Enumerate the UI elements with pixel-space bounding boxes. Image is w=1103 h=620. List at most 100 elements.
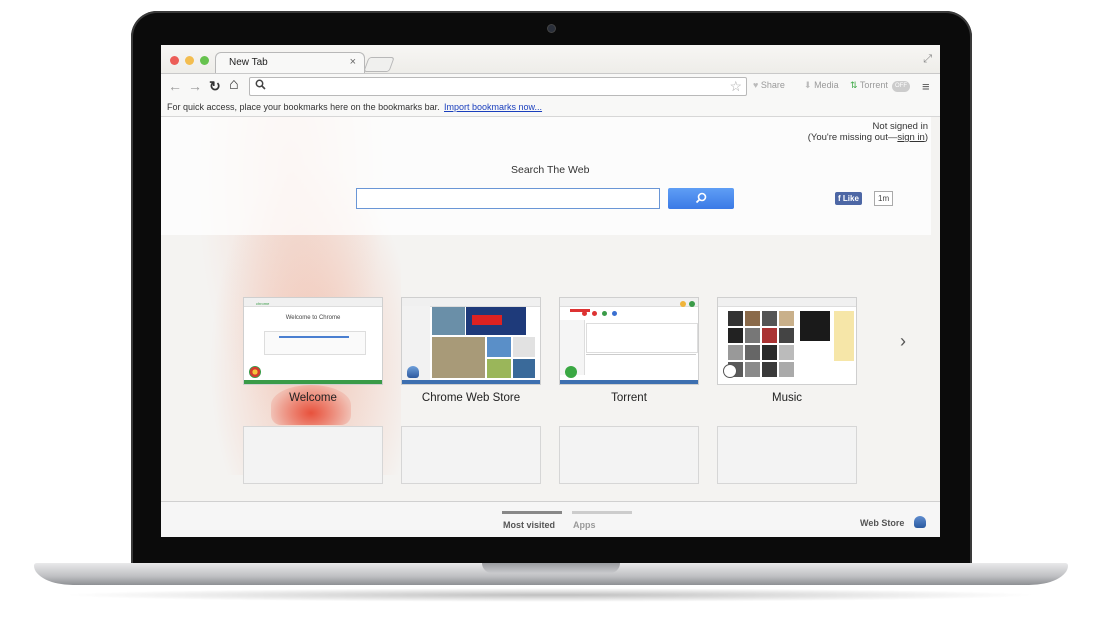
thumb-accent bbox=[560, 380, 698, 384]
ntp-bottom-bar: Most visited Apps Web Store bbox=[161, 501, 940, 537]
laptop-shadow bbox=[60, 588, 1040, 602]
thumb-tile bbox=[487, 359, 511, 378]
sign-in-link[interactable]: sign in bbox=[897, 132, 924, 143]
tab-apps[interactable]: Apps bbox=[573, 520, 596, 530]
menu-icon[interactable]: ≡ bbox=[922, 79, 930, 94]
fullscreen-icon[interactable]: ⤢ bbox=[923, 53, 932, 66]
album-cover bbox=[779, 328, 794, 343]
search-title: Search The Web bbox=[511, 164, 590, 176]
album-cover bbox=[762, 362, 777, 377]
thumb-torrent[interactable] bbox=[559, 297, 699, 385]
thumb-tile bbox=[513, 337, 535, 357]
empty-thumb bbox=[401, 426, 541, 484]
web-search-input[interactable] bbox=[356, 188, 660, 209]
empty-thumb bbox=[559, 426, 699, 484]
home-icon[interactable]: ⌂ bbox=[229, 76, 239, 94]
thumb-dot bbox=[582, 311, 587, 316]
heart-icon: ♥ bbox=[753, 80, 759, 90]
minimize-window-button[interactable] bbox=[185, 56, 194, 65]
web-search-button[interactable] bbox=[668, 188, 734, 209]
web-store-link[interactable]: Web Store bbox=[860, 518, 904, 528]
signin-prompt-text: (You're missing out— bbox=[807, 132, 898, 143]
tab-close-icon[interactable]: × bbox=[350, 56, 356, 68]
bookmark-star-icon[interactable]: ☆ bbox=[729, 78, 742, 95]
album-cover bbox=[728, 345, 743, 360]
thumb-toolbar bbox=[560, 298, 698, 307]
thumb-label-music: Music bbox=[771, 392, 803, 404]
media-label: Media bbox=[814, 80, 839, 90]
thumb-dot bbox=[592, 311, 597, 316]
thumb-accent bbox=[244, 380, 382, 384]
thumb-welcome[interactable]: chrome Welcome to Chrome bbox=[243, 297, 383, 385]
signin-status: Not signed in bbox=[872, 121, 928, 132]
torrent-site-icon bbox=[565, 366, 577, 378]
reload-icon[interactable]: ↻ bbox=[209, 78, 221, 95]
close-window-button[interactable] bbox=[170, 56, 179, 65]
bookmarks-hint: For quick access, place your bookmarks h… bbox=[167, 102, 440, 112]
thumb-chrome-web-store[interactable] bbox=[401, 297, 541, 385]
thumb-dot bbox=[689, 301, 695, 307]
album-cover bbox=[779, 362, 794, 377]
media-button[interactable]: ⬇ Media bbox=[804, 80, 839, 91]
zoom-window-button[interactable] bbox=[200, 56, 209, 65]
apps-indicator bbox=[572, 511, 632, 514]
signin-prompt: (You're missing out—sign in) bbox=[808, 132, 928, 143]
tab-new-tab[interactable]: New Tab × bbox=[215, 52, 365, 73]
signin-prompt-close: ) bbox=[924, 132, 928, 143]
music-site-icon bbox=[723, 364, 737, 378]
thumb-table bbox=[586, 323, 698, 353]
omnibox-search-icon bbox=[255, 79, 266, 93]
tab-most-visited[interactable]: Most visited bbox=[503, 520, 555, 530]
thumb-divider bbox=[586, 354, 696, 355]
search-icon bbox=[695, 192, 707, 204]
torrent-label: Torrent bbox=[859, 80, 888, 90]
back-icon[interactable]: ← bbox=[168, 78, 182, 94]
thumb-heading: Welcome to Chrome bbox=[285, 315, 341, 321]
thumb-logo bbox=[570, 309, 590, 312]
share-button[interactable]: ♥ Share bbox=[753, 80, 785, 90]
thumb-tile bbox=[432, 337, 485, 378]
tab-strip: New Tab × ⤢ bbox=[161, 45, 940, 73]
album-cover bbox=[762, 345, 777, 360]
omnibox[interactable]: ☆ bbox=[249, 77, 747, 96]
album-cover bbox=[762, 328, 777, 343]
thumb-label-chrome-web-store: Chrome Web Store bbox=[421, 392, 521, 404]
album-cover bbox=[779, 311, 794, 326]
thumb-dot bbox=[612, 311, 617, 316]
thumb-tile bbox=[487, 337, 511, 357]
thumb-tile bbox=[432, 307, 465, 335]
next-page-icon[interactable]: › bbox=[900, 331, 906, 352]
new-tab-button[interactable] bbox=[363, 57, 395, 72]
welcome-site-icon bbox=[249, 366, 261, 378]
album-cover bbox=[745, 328, 760, 343]
thumb-music[interactable] bbox=[717, 297, 857, 385]
tab-title: New Tab bbox=[229, 57, 268, 68]
download-icon: ⬇ bbox=[804, 80, 812, 90]
album-cover bbox=[728, 328, 743, 343]
album-cover bbox=[728, 311, 743, 326]
browser-window: New Tab × ⤢ ← → ↻ ⌂ ☆ ♥ Share ⬇ Media ⇅ … bbox=[161, 45, 940, 537]
webcam bbox=[548, 25, 555, 32]
laptop-notch bbox=[482, 563, 620, 573]
import-bookmarks-link[interactable]: Import bookmarks now... bbox=[444, 102, 542, 112]
web-store-icon[interactable] bbox=[914, 516, 926, 528]
thumb-slider bbox=[279, 336, 349, 338]
album-cover bbox=[779, 345, 794, 360]
thumb-tile bbox=[513, 359, 535, 378]
forward-icon[interactable]: → bbox=[188, 78, 202, 94]
most-visited-indicator bbox=[502, 511, 562, 514]
facebook-like-button[interactable]: f Like bbox=[835, 192, 862, 205]
thumb-label-torrent: Torrent bbox=[611, 392, 647, 404]
album-cover-featured bbox=[800, 311, 830, 341]
album-cover bbox=[745, 311, 760, 326]
torrent-toggle[interactable]: OFF bbox=[892, 81, 910, 92]
bookmarks-bar: For quick access, place your bookmarks h… bbox=[161, 99, 940, 117]
empty-thumb bbox=[717, 426, 857, 484]
torrent-button[interactable]: ⇅ Torrent bbox=[850, 80, 888, 91]
toolbar: ← → ↻ ⌂ ☆ ♥ Share ⬇ Media ⇅ Torrent OFF … bbox=[161, 73, 940, 100]
thumb-dot bbox=[602, 311, 607, 316]
thumb-toolbar bbox=[718, 298, 856, 307]
thumb-sidebar bbox=[834, 311, 854, 361]
share-label: Share bbox=[760, 80, 785, 90]
background-flame bbox=[271, 385, 351, 425]
